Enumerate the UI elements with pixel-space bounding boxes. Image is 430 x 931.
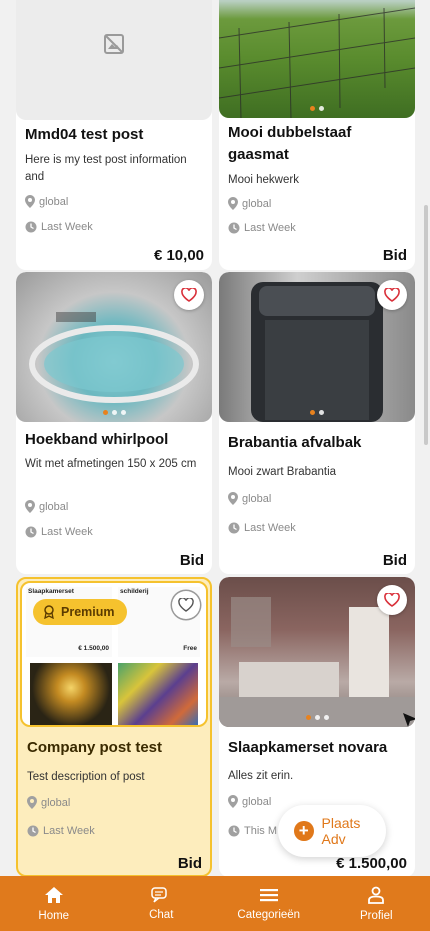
location-text: global xyxy=(41,796,71,809)
listing-time: Last Week xyxy=(228,522,296,534)
location-text: global xyxy=(39,500,69,513)
listing-time: Last Week xyxy=(228,222,296,234)
listing-location: global xyxy=(228,197,271,210)
listing-title: Mmd04 test post xyxy=(25,126,144,143)
listing-description: Mooi zwart Brabantia xyxy=(228,466,337,478)
listing-description: Alles zit erin. xyxy=(228,770,294,782)
listing-title: Slaapkamerset novara xyxy=(228,739,388,756)
clock-icon xyxy=(228,825,240,837)
nav-item-categories[interactable]: Categorieën xyxy=(215,876,323,931)
nav-item-home[interactable]: Home xyxy=(0,876,108,931)
premium-listing-card[interactable]: Slaapkamerset € 1.500,00 schilderij Free… xyxy=(16,577,212,877)
clock-icon xyxy=(228,222,240,234)
time-text: Last Week xyxy=(41,221,93,233)
location-pin-icon xyxy=(25,195,35,208)
listing-card[interactable]: Mooi dubbelstaaf gaasmat Mooi hekwerk gl… xyxy=(219,0,415,270)
listing-image-placeholder xyxy=(16,0,212,120)
mini-card-left-title: Slaapkamerset xyxy=(28,588,74,595)
screen: Mmd04 test post Here is my test post inf… xyxy=(0,0,430,931)
fence-photo xyxy=(219,7,415,118)
menu-icon xyxy=(259,888,278,901)
clock-icon xyxy=(25,526,37,538)
listing-card[interactable]: Brabantia afvalbak Mooi zwart Brabantia … xyxy=(219,272,415,574)
place-ad-label: Plaats Adv xyxy=(321,815,361,847)
listing-description: Test description of post xyxy=(27,771,145,783)
image-carousel-dots xyxy=(219,715,415,720)
time-text: Last Week xyxy=(244,222,296,234)
bottom-navigation: Home Chat Categorieën Profiel xyxy=(0,876,430,931)
listing-card[interactable]: Hoekband whirlpool Wit met afmetingen 15… xyxy=(16,272,212,574)
time-text: Last Week xyxy=(43,825,95,837)
listing-image xyxy=(219,0,415,118)
image-carousel-dots xyxy=(16,410,212,415)
award-icon xyxy=(44,605,54,619)
cursor-icon xyxy=(403,713,415,727)
mini-card-right-price: Free xyxy=(183,645,197,652)
listing-price: Bid xyxy=(177,855,202,872)
nav-item-profile[interactable]: Profiel xyxy=(323,876,430,931)
listing-price: Bid xyxy=(382,247,407,264)
listing-price: Bid xyxy=(382,552,407,569)
favorite-heart-icon[interactable] xyxy=(174,280,204,310)
listing-location: global xyxy=(228,492,271,505)
no-image-icon xyxy=(104,34,124,54)
listing-title: Hoekband whirlpool xyxy=(25,431,169,448)
listing-time: Last Week xyxy=(25,221,93,233)
nav-label: Chat xyxy=(149,908,174,921)
home-icon xyxy=(44,886,63,903)
nav-label: Home xyxy=(38,909,70,922)
listing-description: Wit met afmetingen 150 x 205 cm xyxy=(25,458,197,470)
location-pin-icon xyxy=(228,795,238,808)
clock-icon xyxy=(27,825,39,837)
listing-description: Mooi hekwerk xyxy=(228,174,299,186)
listing-location: global xyxy=(25,500,68,513)
location-pin-icon xyxy=(25,500,35,513)
nav-label: Categorieën xyxy=(237,908,301,921)
listing-time: Last Week xyxy=(27,825,95,837)
time-text: This M xyxy=(244,825,277,837)
nav-item-chat[interactable]: Chat xyxy=(108,876,216,931)
mini-image-painting xyxy=(118,663,198,725)
place-ad-button[interactable]: + Plaats Adv xyxy=(278,805,386,857)
listing-image: Slaapkamerset € 1.500,00 schilderij Free… xyxy=(20,581,208,727)
favorite-heart-icon[interactable] xyxy=(172,591,200,619)
listing-title: Mooi dubbelstaaf gaasmat xyxy=(228,124,352,163)
location-text: global xyxy=(39,195,69,208)
time-text: Last Week xyxy=(41,526,93,538)
listing-location: global xyxy=(228,795,271,808)
listing-location: global xyxy=(27,796,70,809)
listing-price: € 10,00 xyxy=(153,247,204,264)
scrollbar[interactable] xyxy=(424,205,428,445)
time-text: Last Week xyxy=(244,522,296,534)
listing-card[interactable]: Mmd04 test post Here is my test post inf… xyxy=(16,0,212,270)
nav-label: Profiel xyxy=(359,909,393,922)
chat-icon xyxy=(151,886,167,903)
location-pin-icon xyxy=(27,796,37,809)
premium-badge: Premium xyxy=(33,599,127,625)
location-text: global xyxy=(242,197,272,210)
listing-title: Company post test xyxy=(27,739,163,756)
listing-description: Here is my test post information and xyxy=(25,154,187,183)
listing-time: This M xyxy=(228,825,277,837)
location-pin-icon xyxy=(228,197,238,210)
listing-price: Bid xyxy=(179,552,204,569)
listing-title: Brabantia afvalbak xyxy=(228,434,362,451)
favorite-heart-icon[interactable] xyxy=(377,585,407,615)
location-pin-icon xyxy=(228,492,238,505)
favorite-heart-icon[interactable] xyxy=(377,280,407,310)
listing-price: € 1.500,00 xyxy=(336,855,407,872)
location-text: global xyxy=(242,492,272,505)
mini-card-left-price: € 1.500,00 xyxy=(78,645,109,652)
clock-icon xyxy=(25,221,37,233)
mini-image-lights xyxy=(30,663,112,725)
profile-icon xyxy=(368,886,385,904)
listing-time: Last Week xyxy=(25,526,93,538)
premium-label: Premium xyxy=(61,605,115,619)
location-text: global xyxy=(242,795,272,808)
listing-location: global xyxy=(25,195,68,208)
image-carousel-dots xyxy=(219,106,415,111)
plus-icon: + xyxy=(294,821,314,841)
clock-icon xyxy=(228,522,240,534)
image-carousel-dots xyxy=(219,410,415,415)
